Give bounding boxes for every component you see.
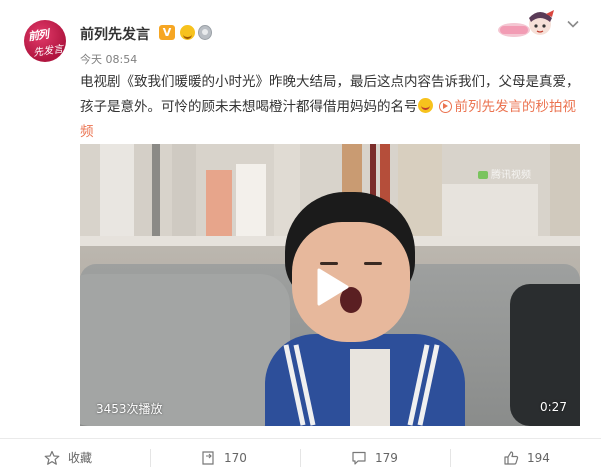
video-frame-eye: [364, 262, 382, 265]
avatar-logo-text-2: 先发言: [32, 43, 64, 60]
video-watermark: 腾讯视频: [478, 166, 531, 181]
action-bar: 收藏 170 179 194: [0, 438, 601, 475]
weibo-post-card: 前列 先发言 前列先发言 V 今天 08:54 电视剧《致我们暖暖的小时光》昨晚…: [0, 0, 601, 475]
avatar[interactable]: 前列 先发言: [24, 20, 66, 62]
like-button[interactable]: 194: [503, 439, 550, 475]
chevron-down-icon[interactable]: [566, 17, 580, 31]
play-count: 3453次播放: [96, 402, 163, 416]
smile-face-icon: [417, 98, 433, 113]
post-text: 电视剧《致我们暖暖的小时光》昨晚大结局，最后这点内容告诉我们，父母是真爱，孩子是…: [80, 70, 580, 145]
video-frame-shirt: [350, 349, 390, 426]
favorite-label: 收藏: [68, 451, 93, 465]
tencent-video-logo-icon: [478, 171, 488, 179]
thumbs-up-icon: [504, 450, 519, 465]
repost-count: 170: [224, 450, 247, 465]
verified-badge-icon: V: [159, 25, 175, 40]
fan-medal-icon: [180, 25, 195, 40]
comment-icon: [352, 451, 366, 465]
cartoon-sticker-icon: [498, 10, 554, 37]
play-icon[interactable]: [305, 262, 355, 312]
post-time[interactable]: 今天 08:54: [80, 51, 137, 67]
favorite-button[interactable]: 收藏: [44, 439, 92, 475]
video-link-icon[interactable]: [438, 100, 452, 113]
star-icon: [44, 450, 60, 465]
video-duration: 0:27: [540, 400, 567, 414]
video-player[interactable]: 腾讯视频 3453次播放 0:27: [80, 144, 580, 426]
repost-icon: [202, 450, 214, 465]
silver-medal-icon: [198, 25, 212, 40]
comment-count: 179: [375, 450, 398, 465]
comment-button[interactable]: 179: [351, 439, 398, 475]
video-watermark-text: 腾讯视频: [491, 170, 531, 181]
divider: [150, 449, 151, 467]
like-count: 194: [527, 450, 550, 465]
repost-button[interactable]: 170: [200, 439, 247, 475]
divider: [450, 449, 451, 467]
username[interactable]: 前列先发言: [80, 24, 150, 44]
divider: [300, 449, 301, 467]
